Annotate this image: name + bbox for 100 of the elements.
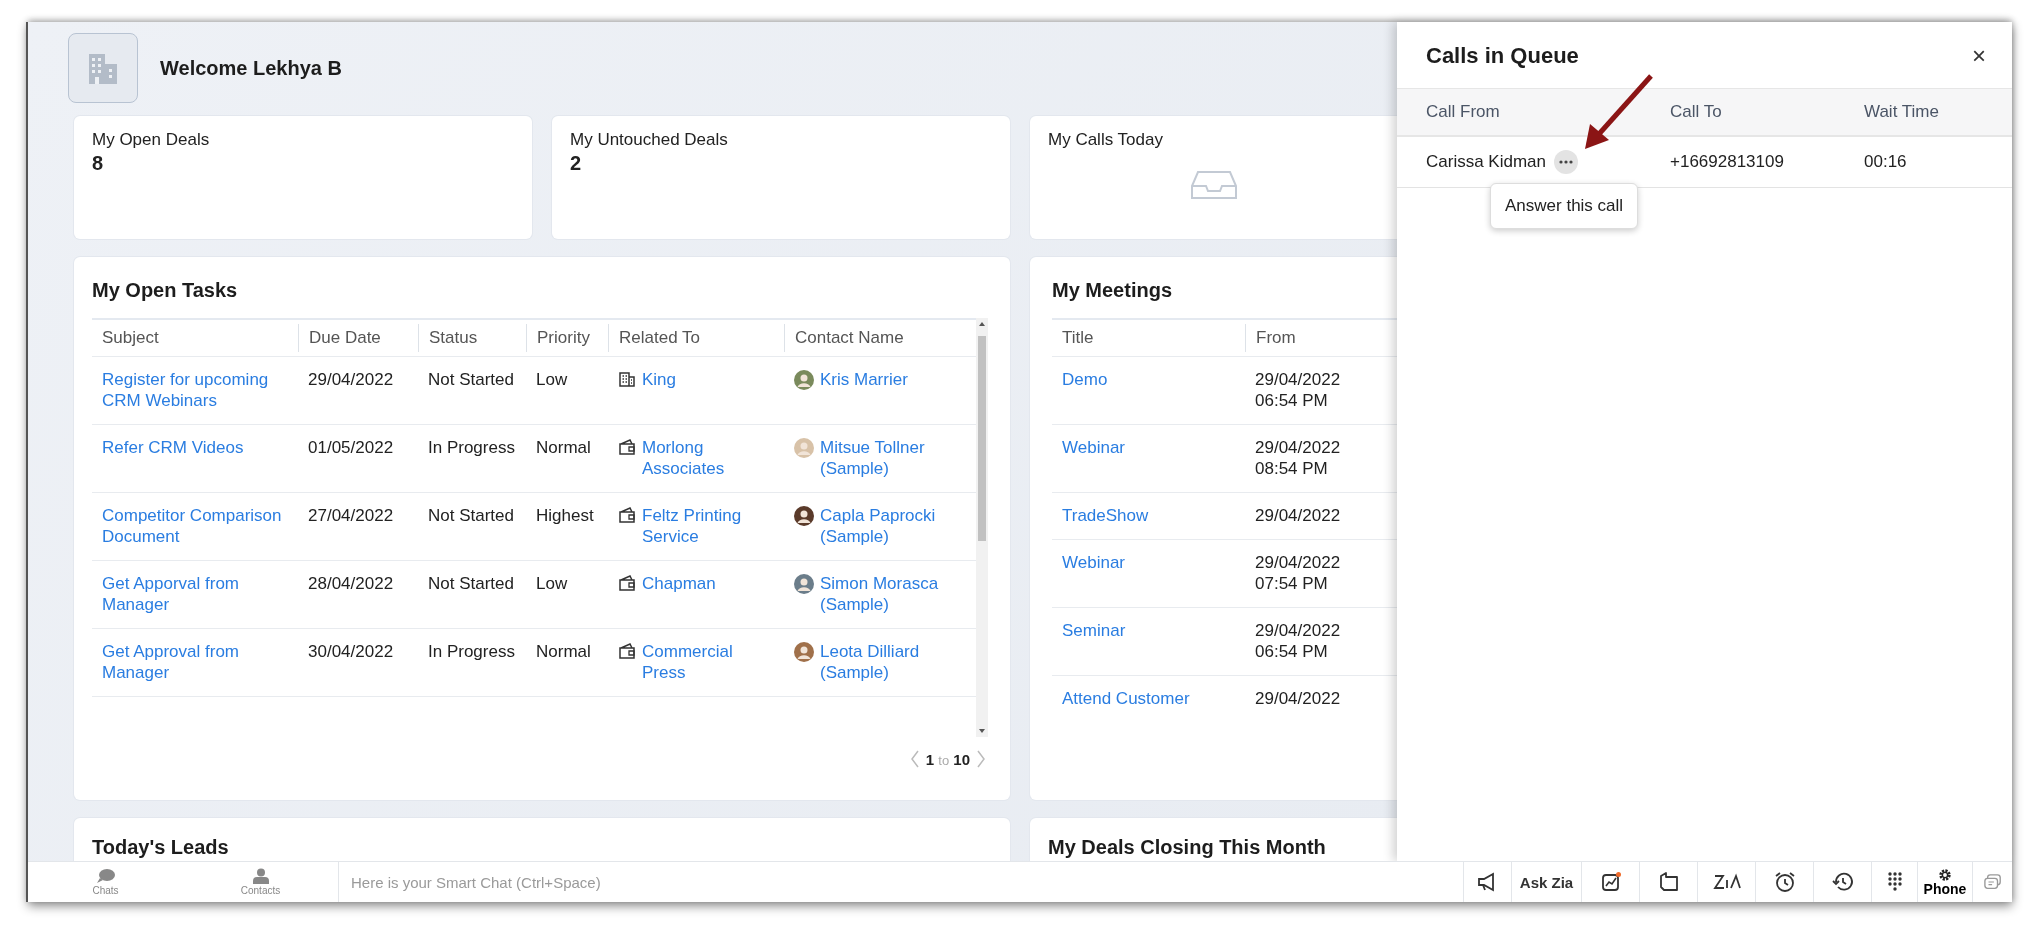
meeting-link[interactable]: Seminar (1052, 620, 1245, 662)
related-link[interactable]: Feltz Printing Service (642, 505, 774, 547)
scrollbar[interactable] (976, 318, 988, 737)
date-text: 29/04/2022 (1255, 505, 1342, 526)
time-text: 06:54 PM (1255, 390, 1329, 411)
related-link[interactable]: Morlong Associates (642, 437, 774, 479)
table-cell-text: Normal (535, 437, 592, 459)
column-header: Wait Time (1864, 102, 1940, 122)
card-title: Today's Leads (92, 836, 230, 859)
table-cell-text: Low (535, 573, 569, 595)
contact-link[interactable]: Kris Marrier (820, 369, 908, 390)
table-cell-text: 01/05/2022 (307, 437, 395, 459)
task-link[interactable]: Refer CRM Videos (92, 437, 298, 479)
column-header[interactable]: Priority (526, 324, 608, 352)
column-header[interactable]: Subject (92, 320, 298, 356)
table-cell-text: Not Started (427, 369, 515, 391)
chat-bubble-icon (95, 868, 116, 884)
related-link[interactable]: King (642, 369, 677, 390)
meeting-link[interactable]: Webinar (1052, 552, 1245, 594)
avatar-icon (794, 370, 814, 390)
stat-value: 8 (92, 152, 105, 175)
more-button[interactable] (1554, 150, 1578, 174)
table-cell-text: Not Started (427, 573, 515, 595)
task-link[interactable]: Get Approval from Manager (92, 641, 298, 683)
related-link[interactable]: Commercial Press (642, 641, 774, 683)
date-text: 29/04/2022 (1255, 552, 1342, 573)
toolbar-button[interactable] (1639, 862, 1697, 902)
table-cell-text: Highest (535, 505, 595, 527)
phone-number: +16692813109 (1670, 152, 1785, 172)
task-link[interactable]: Competitor Comparison Document (92, 505, 298, 547)
column-header: Call To (1670, 102, 1723, 122)
contact-link[interactable]: Mitsue Tollner (Sample) (820, 437, 966, 479)
column-header: Call From (1426, 102, 1501, 122)
column-header[interactable]: Title (1052, 320, 1245, 356)
nav-button[interactable]: Chats (28, 862, 183, 902)
related-link[interactable]: Chapman (642, 573, 716, 594)
time-text: 08:54 PM (1255, 458, 1329, 479)
table-cell-text: 28/04/2022 (307, 573, 395, 595)
card-title: My Deals Closing This Month (1048, 836, 1327, 859)
toolbar-button[interactable]: Ask Zia (1511, 862, 1581, 902)
toolbar-button[interactable] (1581, 862, 1639, 902)
wait-time: 00:16 (1864, 152, 1908, 172)
welcome-text: Welcome Lekhya B (160, 56, 342, 80)
history-icon (1831, 871, 1854, 893)
card-title: My Meetings (1052, 279, 1174, 302)
avatar-icon (794, 438, 814, 458)
contact-link[interactable]: Leota Dilliard (Sample) (820, 641, 966, 683)
table-cell-text: 30/04/2022 (307, 641, 395, 663)
contact-link[interactable]: Simon Morasca (Sample) (820, 573, 966, 615)
card-title: My Open Tasks (92, 279, 239, 302)
toolbar-button[interactable] (1813, 862, 1871, 902)
alarm-clock-icon (1773, 871, 1796, 893)
date-text: 29/04/2022 (1255, 437, 1342, 458)
wallet-icon (618, 574, 636, 592)
toolbar-button[interactable] (1463, 862, 1511, 902)
meeting-link[interactable]: Webinar (1052, 437, 1245, 479)
page-range: 1 to 10 (925, 750, 970, 768)
table-cell-text: In Progress (427, 437, 516, 459)
note-icon (1657, 871, 1680, 893)
chart-icon (1599, 871, 1622, 893)
meeting-link[interactable]: Attend Customer (1052, 688, 1245, 709)
date-text: 29/04/2022 (1255, 620, 1342, 641)
close-button[interactable]: × (1968, 42, 1990, 70)
caller-name: Carissa Kidman (1426, 152, 1546, 172)
contact-link[interactable]: Capla Paprocki (Sample) (820, 505, 966, 547)
table-cell-text: Low (535, 369, 569, 391)
meeting-link[interactable]: TradeShow (1052, 505, 1245, 526)
task-link[interactable]: Register for upcoming CRM Webinars (92, 369, 298, 411)
task-link[interactable]: Get Apporval from Manager (92, 573, 298, 615)
column-header[interactable]: Status (418, 324, 526, 352)
meeting-link[interactable]: Demo (1052, 369, 1245, 411)
tooltip: Answer this call (1490, 183, 1639, 229)
nav-button[interactable]: Contacts (183, 862, 338, 902)
toolbar-button[interactable]: Phone (1917, 862, 1972, 902)
chat-icon (1982, 873, 2003, 891)
more-icon (1559, 160, 1573, 164)
wallet-icon (618, 438, 636, 456)
toolbar-button[interactable] (1871, 862, 1917, 902)
column-header[interactable]: Due Date (298, 324, 418, 352)
table-cell-text: 29/04/2022 (307, 369, 395, 391)
avatar-icon (794, 506, 814, 526)
inbox-icon (1189, 170, 1238, 200)
table-cell-text: Not Started (427, 505, 515, 527)
wallet-icon (618, 506, 636, 524)
toolbar-button[interactable] (1697, 862, 1755, 902)
avatar-icon (794, 574, 814, 594)
smart-chat-field[interactable]: Here is your Smart Chat (Ctrl+Space) (338, 862, 1463, 902)
wallet-icon (618, 642, 636, 660)
table-cell-text: In Progress (427, 641, 516, 663)
column-header[interactable]: Related To (608, 324, 784, 352)
dialpad-icon (1886, 871, 1903, 893)
avatar-icon (794, 642, 814, 662)
table-cell-text: 27/04/2022 (307, 505, 395, 527)
stat-value: 2 (570, 152, 583, 175)
stat-label: My Untouched Deals (570, 130, 729, 150)
stat-label: My Open Deals (92, 130, 211, 150)
table-cell-text: Normal (535, 641, 592, 663)
toolbar-button[interactable] (1755, 862, 1813, 902)
time-text: 07:54 PM (1255, 573, 1329, 594)
date-text: 29/04/2022 (1255, 369, 1342, 390)
